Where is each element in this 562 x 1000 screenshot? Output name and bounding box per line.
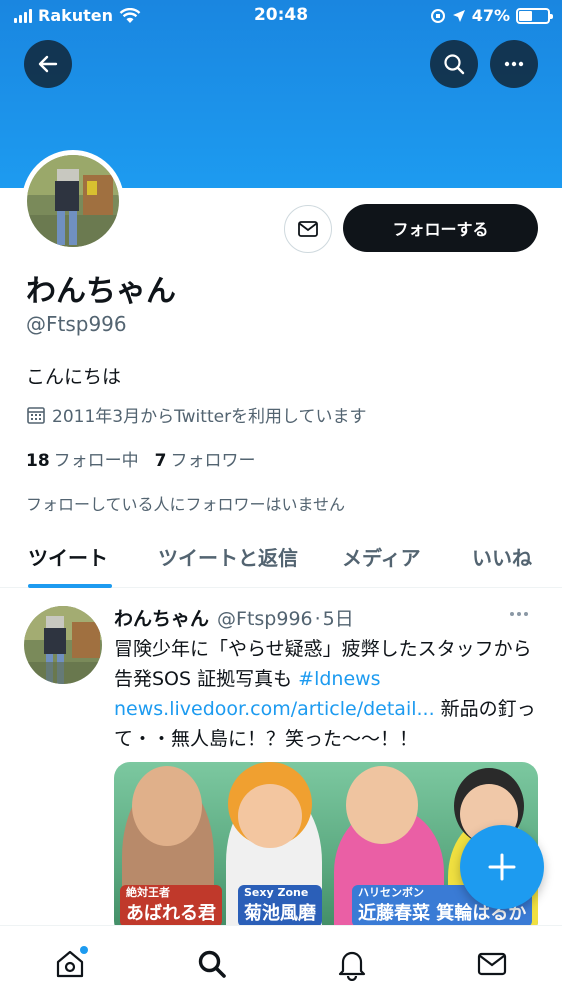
arrow-left-icon [38, 55, 58, 73]
tab-tweets-and-replies[interactable]: ツイートと返信 [158, 542, 298, 571]
profile-stats: 18 フォロー中 7 フォロワー [26, 446, 256, 471]
media-caption-2-sub: Sexy Zone [244, 886, 309, 899]
home-notification-dot [80, 946, 88, 954]
tweet-avatar[interactable] [24, 606, 102, 684]
profile-joined: 2011年3月からTwitterを利用しています [26, 402, 367, 427]
message-button[interactable] [284, 205, 332, 253]
joined-text: 2011年3月からTwitterを利用しています [52, 407, 367, 427]
media-caption-1: 絶対王者 あばれる君 [120, 885, 222, 927]
tweet-header: わんちゃん @Ftsp996 · 5日 [114, 604, 354, 631]
profile-tabs: ツイート ツイートと返信 メディア いいね [0, 524, 562, 588]
tweet-hashtag[interactable]: #ldnews [298, 668, 380, 690]
tab-likes[interactable]: いいね [472, 542, 532, 571]
tweet-link[interactable]: news.livedoor.com/article/detail... [114, 698, 435, 720]
more-button[interactable] [490, 40, 538, 88]
battery-icon [516, 7, 553, 24]
tweet-more-icon[interactable] [510, 612, 528, 616]
tweet-author-name[interactable]: わんちゃん [114, 604, 209, 631]
back-button[interactable] [24, 40, 72, 88]
followers-you-know-note: フォローしている人にフォロワーはいません [26, 495, 346, 514]
search-icon [444, 54, 465, 75]
battery-level [519, 10, 533, 21]
tab-tweets[interactable]: ツイート [28, 542, 108, 571]
search-icon [198, 950, 226, 978]
media-face-2 [238, 784, 302, 848]
following-label: フォロー中 [53, 451, 139, 471]
nav-home[interactable] [52, 946, 88, 982]
follow-button[interactable]: フォローする [343, 204, 538, 252]
profile-avatar[interactable] [22, 150, 124, 252]
status-right: 47% [430, 6, 553, 25]
tweet-meta-separator: · [314, 608, 321, 630]
battery-percent: 47% [471, 6, 510, 25]
media-face-3 [346, 766, 418, 844]
media-caption-1-sub: 絶対王者 [126, 886, 170, 899]
tweet-text: 冒険少年に「やらせ疑惑」疲弊したスタッフから告発SOS 証拠写真も #ldnew… [114, 634, 542, 754]
status-bar: Rakuten 20:48 47% [0, 0, 562, 34]
compose-tweet-button[interactable] [460, 825, 544, 909]
followers-count: 7 [154, 451, 167, 471]
tab-media[interactable]: メディア [342, 542, 421, 571]
tweet-avatar-photo [24, 606, 102, 684]
profile-display-name: わんちゃん [26, 274, 176, 309]
tweet-timestamp[interactable]: 5日 [323, 604, 354, 631]
nav-notifications[interactable] [334, 946, 370, 982]
mail-icon [298, 221, 318, 237]
tweet-author-handle[interactable]: @Ftsp996 [217, 608, 313, 630]
nav-messages[interactable] [474, 946, 510, 982]
profile-handle: @Ftsp996 [26, 312, 127, 336]
followers-stat[interactable]: 7 フォロワー [155, 446, 256, 471]
profile-bio: こんにちは [26, 366, 122, 388]
calendar-icon [27, 406, 45, 424]
active-tab-indicator [28, 584, 112, 588]
mail-icon [477, 952, 507, 976]
following-stat[interactable]: 18 フォロー中 [26, 446, 139, 471]
more-horizontal-icon [504, 61, 524, 67]
followers-label: フォロワー [170, 451, 256, 471]
search-button[interactable] [430, 40, 478, 88]
orientation-lock-icon [430, 8, 445, 23]
location-icon [452, 9, 465, 22]
media-caption-2-main: 菊池風磨 [244, 903, 316, 924]
bottom-navigation [0, 925, 562, 1000]
media-face-1 [132, 766, 202, 846]
avatar-photo [27, 155, 119, 247]
following-count: 18 [26, 451, 50, 471]
media-caption-1-main: あばれる君 [126, 903, 216, 924]
nav-search[interactable] [194, 946, 230, 982]
plus-icon [488, 853, 516, 881]
bell-icon [338, 951, 366, 981]
media-caption-2: Sexy Zone 菊池風磨 [238, 885, 322, 927]
